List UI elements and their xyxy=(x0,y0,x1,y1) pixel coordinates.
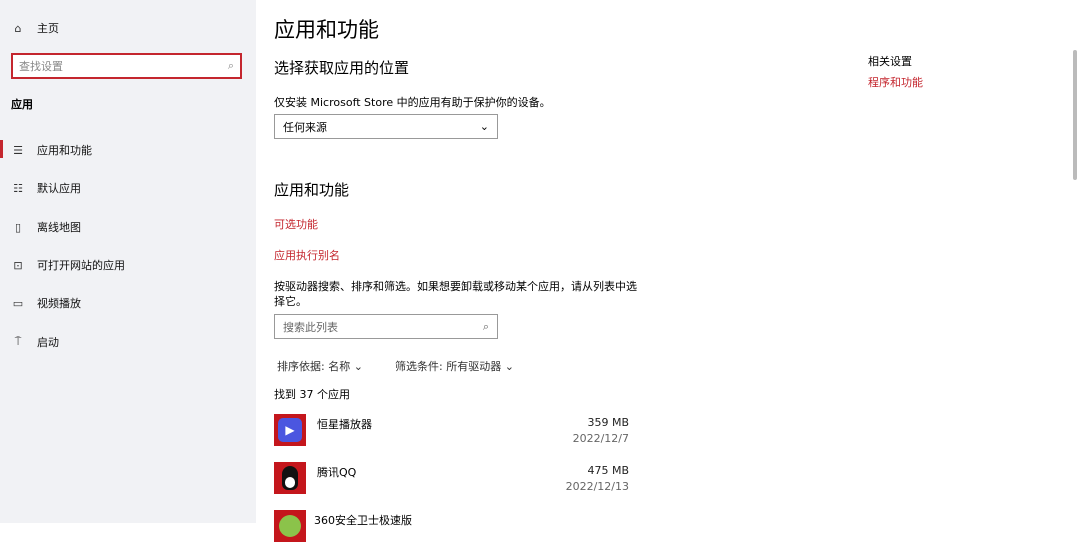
app-name: 360安全卫士极速版 xyxy=(314,514,412,527)
sidebar-item-video-playback[interactable]: ▭ 视频播放 xyxy=(0,288,256,318)
dropdown-value: 任何来源 xyxy=(283,120,327,134)
video-icon: ▭ xyxy=(12,296,24,310)
location-heading: 选择获取应用的位置 xyxy=(274,59,410,77)
sidebar-item-offline-maps[interactable]: ▯ 离线地图 xyxy=(0,212,256,242)
sidebar-item-label: 默认应用 xyxy=(37,182,81,195)
list-icon: ☰ xyxy=(13,143,23,157)
home-nav[interactable]: ⌂ 主页 xyxy=(0,13,256,43)
sidebar-item-label: 应用和功能 xyxy=(37,144,92,157)
app-source-dropdown[interactable]: 任何来源 ⌄ xyxy=(274,114,498,139)
sidebar-item-label: 启动 xyxy=(37,336,59,349)
360-app-icon xyxy=(274,510,306,542)
sidebar-item-default-apps[interactable]: ☷ 默认应用 xyxy=(0,173,256,203)
startup-icon: ⍑ xyxy=(14,335,22,348)
default-apps-icon: ☷ xyxy=(13,181,23,195)
sidebar-item-label: 可打开网站的应用 xyxy=(37,259,125,272)
search-description: 按驱动器搜索、排序和筛选。如果想要卸载或移动某个应用，请从列表中选择它。 xyxy=(274,280,637,308)
app-size: 359 MB xyxy=(587,416,629,429)
app-date: 2022/12/13 xyxy=(565,480,629,493)
search-placeholder: 搜索此列表 xyxy=(283,320,338,334)
app-list-item[interactable]: 360安全卫士极速版 xyxy=(274,510,629,550)
app-name: 恒星播放器 xyxy=(317,418,372,431)
app-size: 475 MB xyxy=(587,464,629,477)
sidebar-item-apps-for-websites[interactable]: ⊡ 可打开网站的应用 xyxy=(0,250,256,280)
app-name: 腾讯QQ xyxy=(317,466,357,479)
sidebar-item-startup[interactable]: ⍑ 启动 xyxy=(0,327,256,357)
app-list-item[interactable]: ▶ 恒星播放器 359 MB 2022/12/7 xyxy=(274,414,629,454)
settings-search-input[interactable]: 查找设置 ⌕ xyxy=(11,53,242,79)
home-icon: ⌂ xyxy=(14,21,22,35)
location-description: 仅安装 Microsoft Store 中的应用有助于保护你的设备。 xyxy=(274,96,551,109)
player-app-icon: ▶ xyxy=(274,414,306,446)
home-label: 主页 xyxy=(37,22,59,35)
search-icon: ⌕ xyxy=(482,319,489,333)
map-icon: ▯ xyxy=(14,220,22,234)
sidebar-item-apps-features[interactable]: ☰ 应用和功能 xyxy=(0,135,256,165)
sort-dropdown[interactable]: 排序依据: 名称 ⌄ xyxy=(277,358,363,374)
app-date: 2022/12/7 xyxy=(572,432,629,445)
filter-label: 筛选条件: 所有驱动器 xyxy=(395,360,502,373)
chevron-down-icon: ⌄ xyxy=(479,120,489,133)
qq-app-icon xyxy=(274,462,306,494)
search-placeholder: 查找设置 xyxy=(19,60,63,73)
page-title: 应用和功能 xyxy=(274,18,379,42)
web-app-icon: ⊡ xyxy=(13,258,23,272)
related-settings-heading: 相关设置 xyxy=(868,55,912,68)
sidebar-item-label: 视频播放 xyxy=(37,297,81,310)
app-alias-link[interactable]: 应用执行别名 xyxy=(274,247,340,263)
section-heading: 应用 xyxy=(11,98,33,111)
apps-heading: 应用和功能 xyxy=(274,181,350,199)
sidebar-item-label: 离线地图 xyxy=(37,221,81,234)
filter-dropdown[interactable]: 筛选条件: 所有驱动器 ⌄ xyxy=(395,358,514,374)
chevron-down-icon: ⌄ xyxy=(504,360,514,373)
app-list-search-input[interactable]: 搜索此列表 ⌕ xyxy=(274,314,498,339)
app-list-item[interactable]: 腾讯QQ 475 MB 2022/12/13 xyxy=(274,462,629,502)
chevron-down-icon: ⌄ xyxy=(353,360,363,373)
sidebar: ⌂ 主页 查找设置 ⌕ 应用 ☰ 应用和功能 ☷ 默认应用 ▯ 离线地图 ⊡ 可打开网站… xyxy=(0,0,256,523)
scrollbar[interactable] xyxy=(1073,50,1077,180)
optional-features-link[interactable]: 可选功能 xyxy=(274,216,318,232)
main-content: 应用和功能 选择获取应用的位置 仅安装 Microsoft Store 中的应用… xyxy=(256,0,1079,542)
app-count: 找到 37 个应用 xyxy=(274,388,350,401)
programs-features-link[interactable]: 程序和功能 xyxy=(868,74,923,90)
search-icon: ⌕ xyxy=(227,59,234,72)
sort-label: 排序依据: 名称 xyxy=(277,360,351,373)
